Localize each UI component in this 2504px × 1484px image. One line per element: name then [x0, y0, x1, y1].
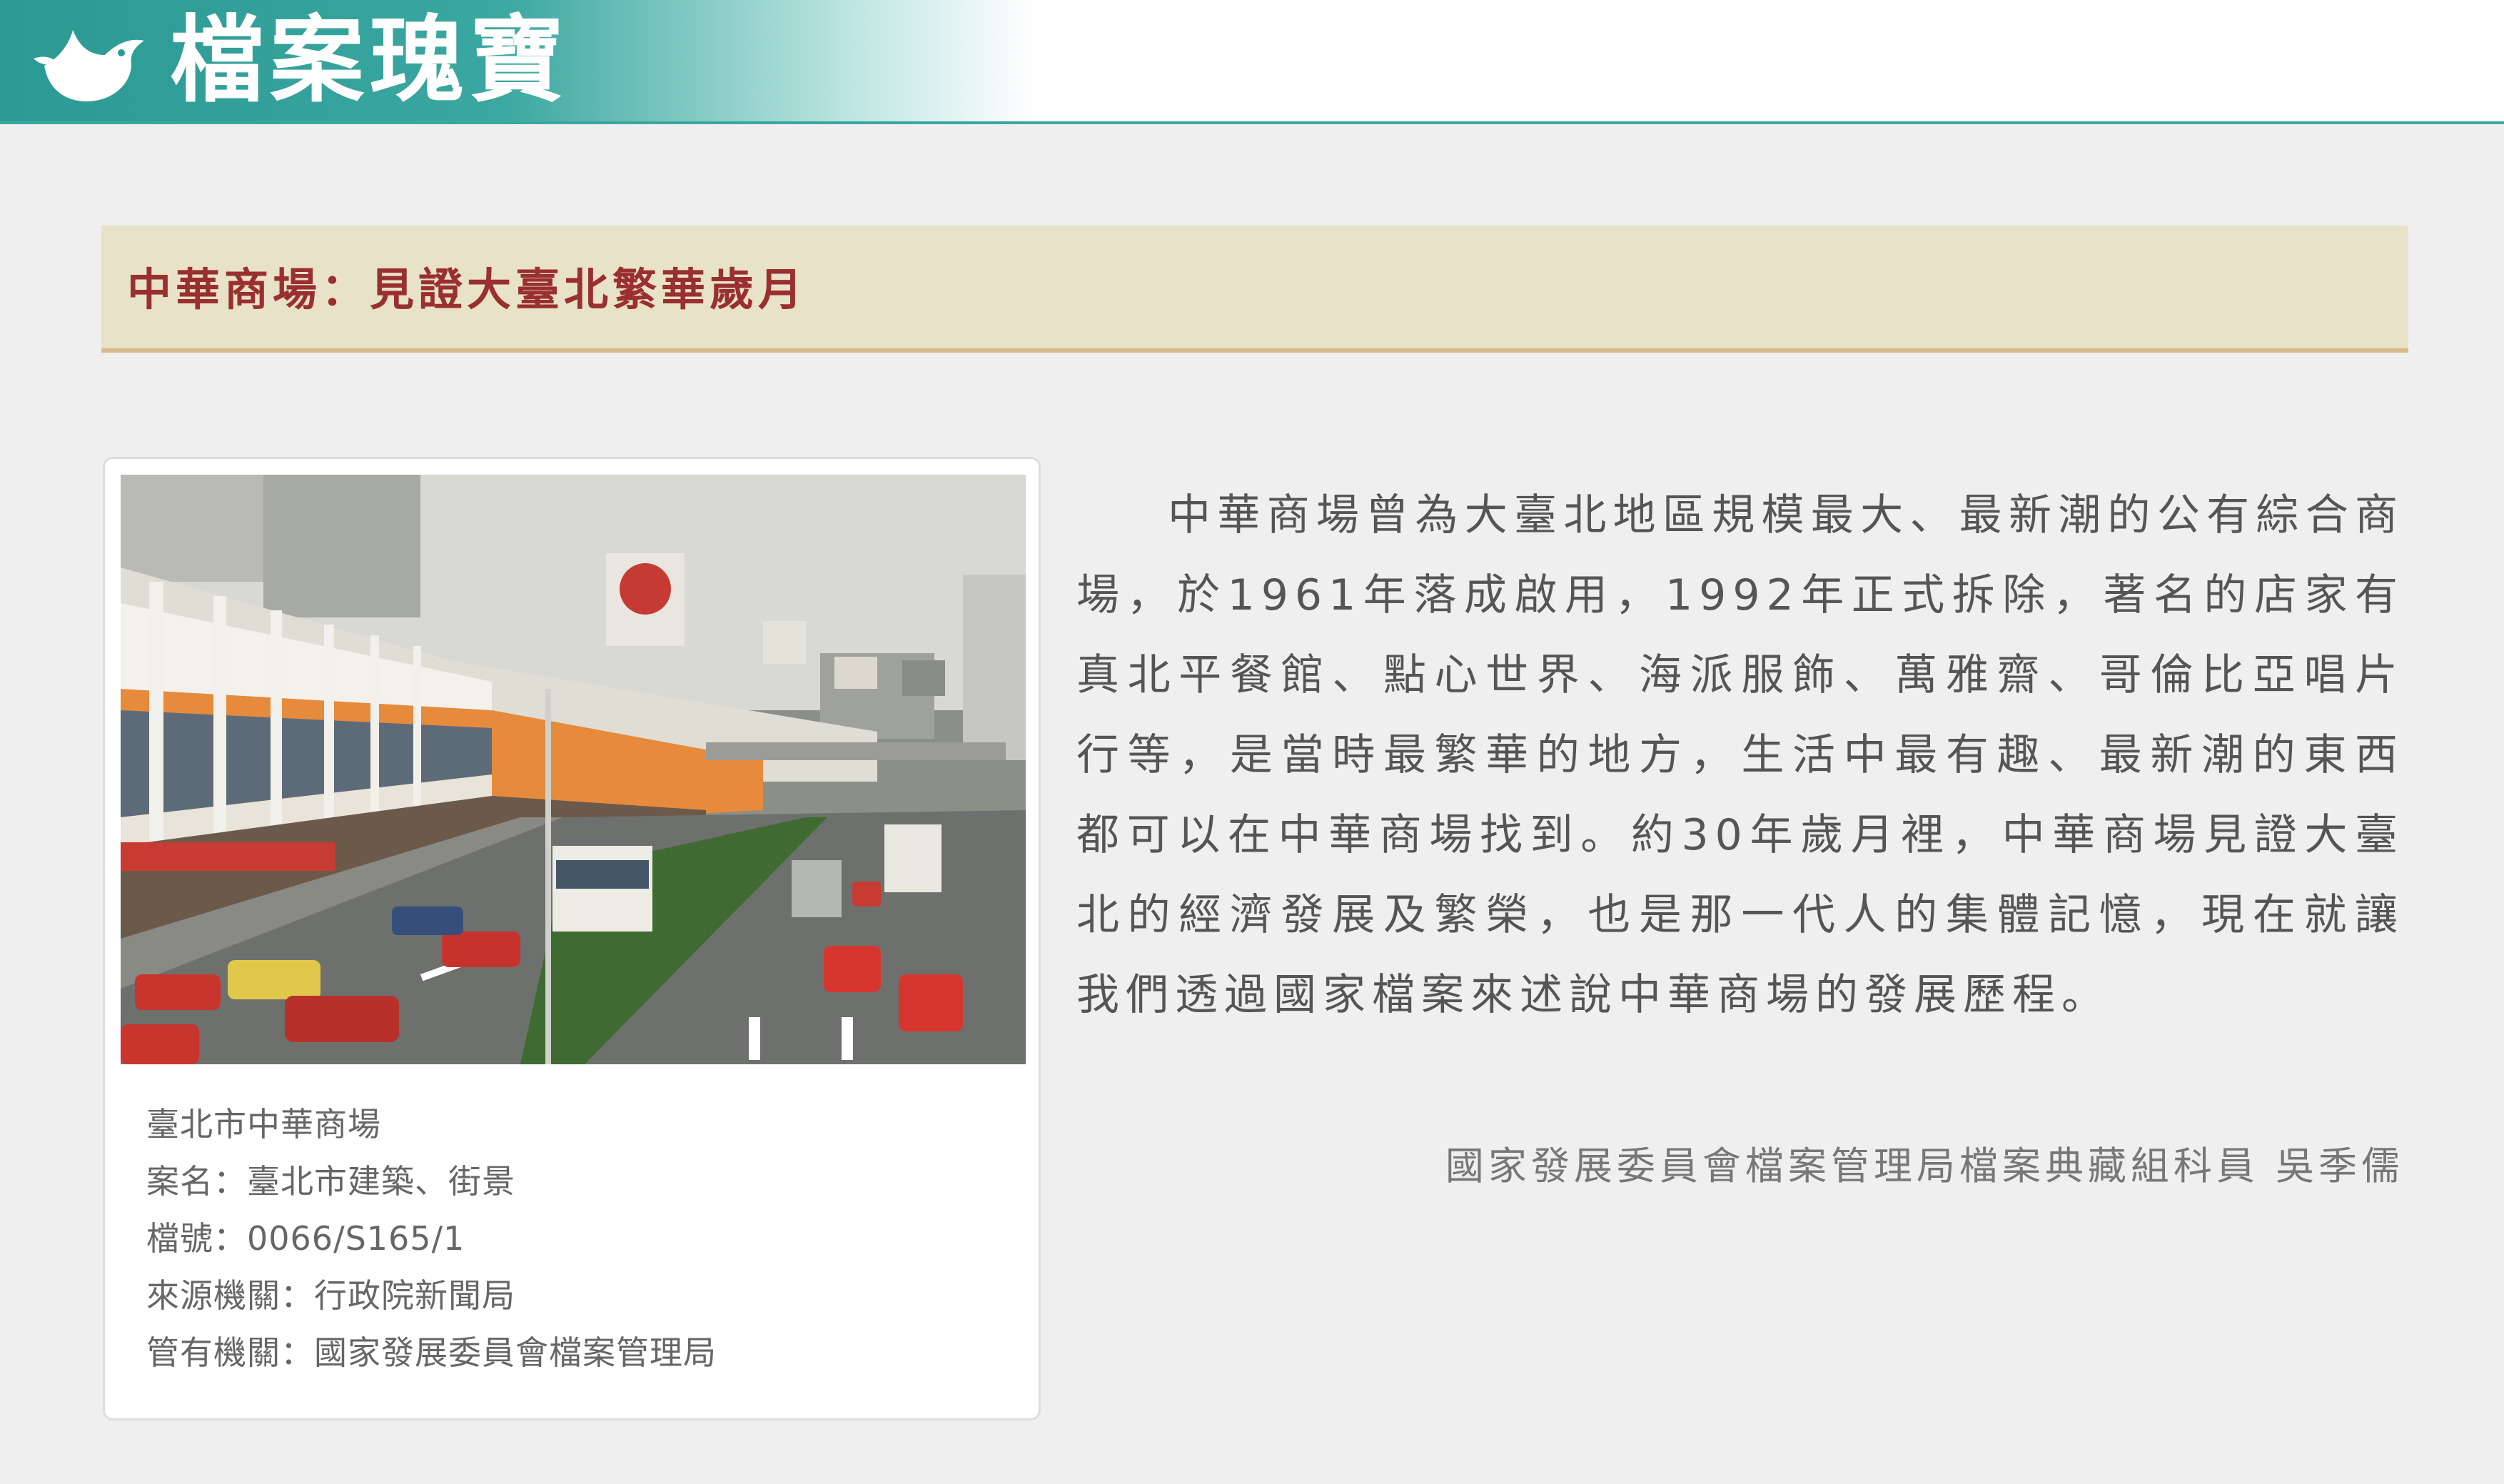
article-body: 中華商場曾為大臺北地區規模最大、最新潮的公有綜合商場，於1961年落成啟用，19… — [1076, 475, 2404, 1035]
street-scene-photo[interactable] — [121, 475, 1026, 1064]
site-header: 檔案瑰寶 — [0, 0, 2504, 124]
caption-file-number: 檔號：0066/S165/1 — [146, 1219, 465, 1258]
article-title-banner: 中華商場：見證大臺北繁華歲月 — [101, 226, 2408, 353]
article-title: 中華商場：見證大臺北繁華歲月 — [127, 263, 807, 316]
photo-caption: 臺北市中華商場 案名：臺北市建築、街景 檔號：0066/S165/1 來源機關：… — [146, 1096, 1024, 1381]
article-author: 國家發展委員會檔案管理局檔案典藏組科員 吳季儒 — [1445, 1144, 2404, 1188]
caption-custodian-agency: 管有機關：國家發展委員會檔案管理局 — [146, 1333, 717, 1372]
site-title[interactable]: 檔案瑰寶 — [170, 7, 570, 114]
photo-card: 臺北市中華商場 案名：臺北市建築、街景 檔號：0066/S165/1 來源機關：… — [103, 457, 1041, 1420]
caption-source-agency: 來源機關：行政院新聞局 — [146, 1276, 515, 1315]
caption-case-name: 案名：臺北市建築、街景 — [146, 1162, 515, 1201]
white-bird-icon[interactable] — [30, 16, 151, 108]
article-paragraph: 中華商場曾為大臺北地區規模最大、最新潮的公有綜合商場，於1961年落成啟用，19… — [1076, 490, 2404, 1020]
caption-location: 臺北市中華商場 — [146, 1105, 381, 1144]
